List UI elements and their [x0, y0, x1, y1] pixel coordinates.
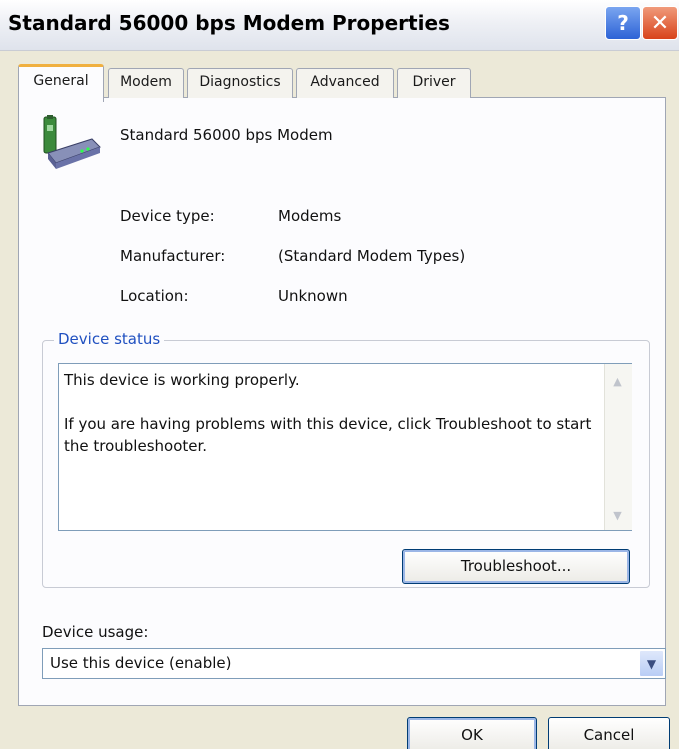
device-type-label: Device type:	[120, 207, 215, 225]
chevron-down-icon[interactable]: ▼	[639, 650, 664, 677]
tab-diagnostics[interactable]: Diagnostics	[187, 68, 293, 98]
location-value: Unknown	[278, 287, 348, 305]
modem-icon	[43, 115, 101, 169]
tab-modem[interactable]: Modem	[108, 68, 184, 98]
device-usage-value: Use this device (enable)	[50, 654, 232, 672]
help-icon: ?	[617, 11, 629, 35]
manufacturer-value: (Standard Modem Types)	[278, 247, 466, 265]
tab-driver[interactable]: Driver	[397, 68, 471, 98]
tab-advanced[interactable]: Advanced	[296, 68, 394, 98]
cancel-button[interactable]: Cancel	[548, 717, 670, 749]
device-type-value: Modems	[278, 207, 342, 225]
help-button[interactable]: ?	[605, 6, 641, 40]
window-title: Standard 56000 bps Modem Properties	[8, 11, 450, 35]
tab-general[interactable]: General	[18, 64, 104, 102]
close-button[interactable]: ✕	[642, 6, 678, 40]
location-label: Location:	[120, 287, 189, 305]
ok-button[interactable]: OK	[407, 717, 537, 749]
close-icon: ✕	[650, 10, 670, 36]
troubleshoot-button[interactable]: Troubleshoot...	[402, 549, 630, 584]
device-name: Standard 56000 bps Modem	[120, 126, 333, 144]
title-bar[interactable]: Standard 56000 bps Modem Properties ? ✕	[0, 0, 679, 51]
status-line-1: This device is working properly.	[64, 371, 300, 389]
device-status-title: Device status	[54, 330, 165, 348]
scroll-up-icon[interactable]: ▲	[606, 372, 629, 392]
properties-dialog: Standard 56000 bps Modem Properties ? ✕ …	[0, 0, 679, 749]
manufacturer-label: Manufacturer:	[120, 247, 226, 265]
device-usage-label: Device usage:	[42, 623, 149, 641]
scroll-down-icon[interactable]: ▼	[606, 506, 629, 526]
status-line-2: If you are having problems with this dev…	[64, 415, 592, 455]
